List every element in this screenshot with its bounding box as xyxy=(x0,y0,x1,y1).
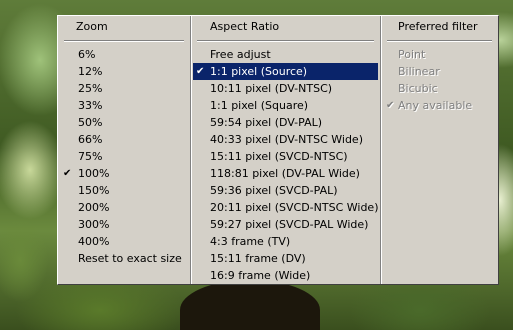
aspect-ratio-item-label: 10:11 pixel (DV-NTSC) xyxy=(210,82,333,95)
aspect-ratio-item-40-33-pixel-dv-ntsc-wide[interactable]: 40:33 pixel (DV-NTSC Wide) xyxy=(193,131,378,148)
zoom-item-label: 33% xyxy=(78,99,103,112)
filter-item-label: Point xyxy=(398,48,426,61)
filter-item-label: Any available xyxy=(398,99,473,112)
aspect-ratio-item-label: 16:9 frame (Wide) xyxy=(210,269,311,282)
zoom-item-6[interactable]: 6% xyxy=(60,46,188,63)
filter-item-label: Bicubic xyxy=(398,82,438,95)
aspect-ratio-item-label: 15:11 pixel (SVCD-NTSC) xyxy=(210,150,348,163)
aspect-ratio-item-label: 59:54 pixel (DV-PAL) xyxy=(210,116,323,129)
view-options-menu: Zoom 6% 12% 25% 33% 50% 66% 75% ✔ 100% 150% 200% 30… xyxy=(57,15,499,285)
zoom-item-label: 25% xyxy=(78,82,103,95)
aspect-ratio-item-118-81-pixel-dv-pal-wide[interactable]: 118:81 pixel (DV-PAL Wide) xyxy=(193,165,378,182)
aspect-ratio-item-label: Free adjust xyxy=(210,48,271,61)
aspect-ratio-item-15-11-pixel-svcd-ntsc[interactable]: 15:11 pixel (SVCD-NTSC) xyxy=(193,148,378,165)
aspect-ratio-item-label: 118:81 pixel (DV-PAL Wide) xyxy=(210,167,360,180)
aspect-ratio-item-1-1-pixel-source[interactable]: ✔ 1:1 pixel (Source) xyxy=(193,63,378,80)
filter-item-point: Point xyxy=(383,46,496,63)
aspect-ratio-item-15-11-frame-dv[interactable]: 15:11 frame (DV) xyxy=(193,250,378,267)
checkmark-icon: ✔ xyxy=(196,66,205,77)
zoom-header-separator xyxy=(64,40,184,42)
aspect-ratio-item-59-54-pixel-dv-pal[interactable]: 59:54 pixel (DV-PAL) xyxy=(193,114,378,131)
preferred-filter-column: Preferred filter Point Bilinear Bicubic ✔ An… xyxy=(381,16,498,284)
aspect-ratio-item-label: 40:33 pixel (DV-NTSC Wide) xyxy=(210,133,363,146)
zoom-item-label: 300% xyxy=(78,218,110,231)
aspect-ratio-list: Free adjust ✔ 1:1 pixel (Source) 10:11 pixe… xyxy=(191,46,380,284)
preferred-filter-header-separator xyxy=(387,40,492,42)
checkmark-icon: ✔ xyxy=(63,168,72,179)
aspect-ratio-item-free-adjust[interactable]: Free adjust xyxy=(193,46,378,63)
zoom-item-25[interactable]: 25% xyxy=(60,80,188,97)
preferred-filter-header: Preferred filter xyxy=(398,20,478,33)
aspect-ratio-item-20-11-pixel-svcd-ntsc-wide[interactable]: 20:11 pixel (SVCD-NTSC Wide) xyxy=(193,199,379,216)
zoom-item-75[interactable]: 75% xyxy=(60,148,188,165)
filter-item-label: Bilinear xyxy=(398,65,440,78)
aspect-ratio-item-59-27-pixel-svcd-pal-wide[interactable]: 59:27 pixel (SVCD-PAL Wide) xyxy=(193,216,378,233)
aspect-ratio-item-1-1-pixel-square[interactable]: 1:1 pixel (Square) xyxy=(193,97,378,114)
aspect-ratio-header: Aspect Ratio xyxy=(210,20,280,33)
aspect-ratio-item-label: 15:11 frame (DV) xyxy=(210,252,306,265)
zoom-list: 6% 12% 25% 33% 50% 66% 75% ✔ 100% 150% 200% 300% 400… xyxy=(58,46,190,267)
zoom-item-label: 150% xyxy=(78,184,110,197)
aspect-ratio-item-10-11-pixel-dv-ntsc[interactable]: 10:11 pixel (DV-NTSC) xyxy=(193,80,378,97)
tree-trunk xyxy=(180,280,320,330)
zoom-column: Zoom 6% 12% 25% 33% 50% 66% 75% ✔ 100% 150% 200% 30… xyxy=(58,16,191,284)
zoom-item-400[interactable]: 400% xyxy=(60,233,188,250)
zoom-item-label: 66% xyxy=(78,133,103,146)
filter-item-bicubic: Bicubic xyxy=(383,80,496,97)
zoom-item-reset-to-exact-size[interactable]: Reset to exact size xyxy=(60,250,188,267)
zoom-item-label: 6% xyxy=(78,48,96,61)
aspect-ratio-item-59-36-pixel-svcd-pal[interactable]: 59:36 pixel (SVCD-PAL) xyxy=(193,182,378,199)
filter-item-bilinear: Bilinear xyxy=(383,63,496,80)
zoom-item-200[interactable]: 200% xyxy=(60,199,188,216)
aspect-ratio-item-label: 1:1 pixel (Source) xyxy=(210,65,308,78)
aspect-ratio-header-separator xyxy=(197,40,374,42)
aspect-ratio-item-label: 1:1 pixel (Square) xyxy=(210,99,309,112)
zoom-item-label: 12% xyxy=(78,65,103,78)
zoom-item-66[interactable]: 66% xyxy=(60,131,188,148)
aspect-ratio-item-label: 20:11 pixel (SVCD-NTSC Wide) xyxy=(210,201,379,214)
zoom-item-label: 50% xyxy=(78,116,103,129)
aspect-ratio-item-label: 4:3 frame (TV) xyxy=(210,235,291,248)
preferred-filter-list: Point Bilinear Bicubic ✔ Any available xyxy=(381,46,498,114)
zoom-header: Zoom xyxy=(76,20,108,33)
zoom-item-300[interactable]: 300% xyxy=(60,216,188,233)
zoom-item-label: 400% xyxy=(78,235,110,248)
zoom-item-12[interactable]: 12% xyxy=(60,63,188,80)
aspect-ratio-item-16-9-frame-wide[interactable]: 16:9 frame (Wide) xyxy=(193,267,378,284)
zoom-item-label: 75% xyxy=(78,150,103,163)
aspect-ratio-column: Aspect Ratio Free adjust ✔ 1:1 pixel (Sour… xyxy=(191,16,381,284)
aspect-ratio-item-label: 59:36 pixel (SVCD-PAL) xyxy=(210,184,338,197)
zoom-item-label: Reset to exact size xyxy=(78,252,182,265)
aspect-ratio-item-4-3-frame-tv[interactable]: 4:3 frame (TV) xyxy=(193,233,378,250)
zoom-item-label: 200% xyxy=(78,201,110,214)
zoom-item-33[interactable]: 33% xyxy=(60,97,188,114)
filter-item-any-available: ✔ Any available xyxy=(383,97,496,114)
aspect-ratio-item-label: 59:27 pixel (SVCD-PAL Wide) xyxy=(210,218,369,231)
zoom-item-100[interactable]: ✔ 100% xyxy=(60,165,188,182)
zoom-item-label: 100% xyxy=(78,167,110,180)
zoom-item-150[interactable]: 150% xyxy=(60,182,188,199)
zoom-item-50[interactable]: 50% xyxy=(60,114,188,131)
checkmark-icon: ✔ xyxy=(386,100,395,111)
